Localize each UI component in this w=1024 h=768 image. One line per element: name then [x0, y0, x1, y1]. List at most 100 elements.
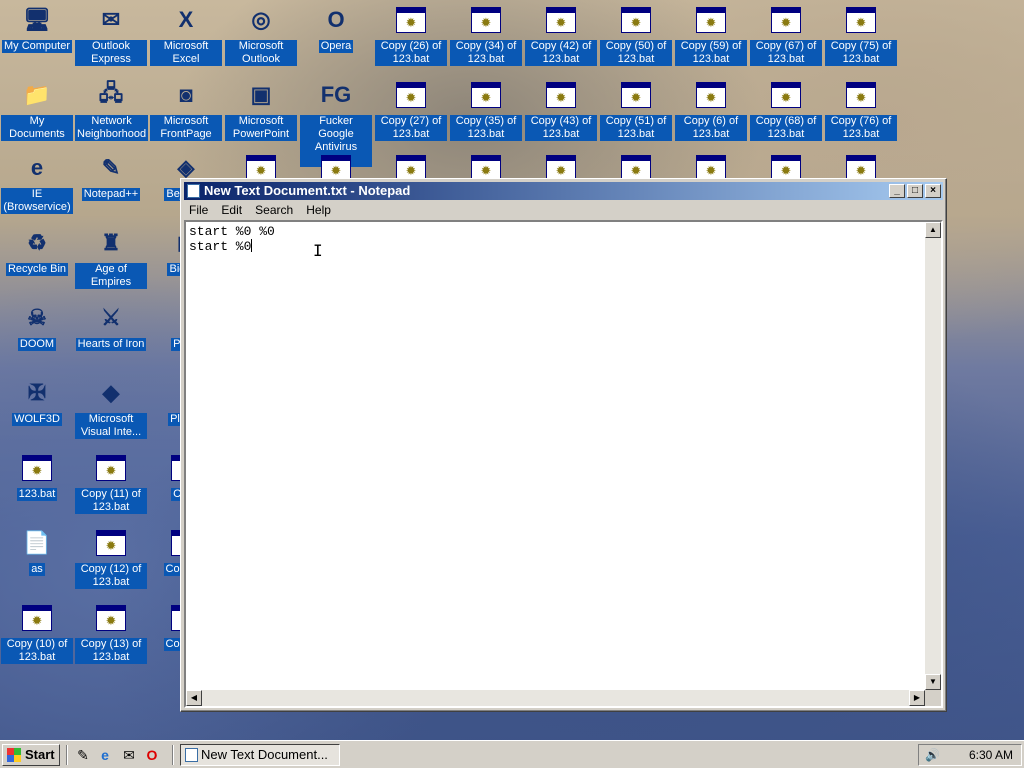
desktop-icon-label: Copy (59) of 123.bat: [675, 40, 747, 66]
system-tray: 🔊 6:30 AM: [918, 744, 1022, 766]
taskbar-separator: [66, 745, 68, 765]
desktop-icon[interactable]: ◆ Microsoft Visual Inte...: [75, 377, 147, 439]
desktop-icon-label: Microsoft Excel: [150, 40, 222, 66]
desktop-icon[interactable]: Copy (43) of 123.bat: [525, 79, 597, 141]
desktop-icon[interactable]: Copy (34) of 123.bat: [450, 4, 522, 66]
desktop-icon-label: Copy (10) of 123.bat: [1, 638, 73, 664]
desktop-icon[interactable]: Copy (13) of 123.bat: [75, 602, 147, 664]
menu-search[interactable]: Search: [250, 201, 298, 217]
application-icon: 📄: [23, 530, 51, 555]
opera-icon[interactable]: O: [143, 746, 161, 764]
desktop-icon[interactable]: ◎ Microsoft Outlook: [225, 4, 297, 66]
desktop-icon-label: Copy (13) of 123.bat: [75, 638, 147, 664]
desktop-icon[interactable]: 📄 as: [1, 527, 73, 576]
resize-grip[interactable]: [925, 690, 941, 706]
desktop-icon[interactable]: Copy (42) of 123.bat: [525, 4, 597, 66]
menu-edit[interactable]: Edit: [216, 201, 247, 217]
desktop-icon[interactable]: Copy (59) of 123.bat: [675, 4, 747, 66]
desktop-icon[interactable]: ☠ DOOM: [1, 302, 73, 351]
desktop-icon-label: Microsoft Visual Inte...: [75, 413, 147, 439]
application-icon: ✉: [101, 7, 121, 32]
menu-help[interactable]: Help: [301, 201, 336, 217]
maximize-button[interactable]: □: [907, 184, 923, 198]
taskbar: Start ✎ e ✉ O New Text Document... 🔊 6:3…: [0, 740, 1024, 768]
desktop-icon[interactable]: Copy (75) of 123.bat: [825, 4, 897, 66]
desktop-icon[interactable]: Copy (67) of 123.bat: [750, 4, 822, 66]
vertical-scrollbar[interactable]: ▲ ▼: [925, 222, 941, 690]
internet-explorer-icon[interactable]: e: [96, 746, 114, 764]
application-icon: ♻: [27, 230, 47, 255]
minimize-button[interactable]: _: [889, 184, 905, 198]
desktop-icon[interactable]: Copy (11) of 123.bat: [75, 452, 147, 514]
desktop-icon[interactable]: ♻ Recycle Bin: [1, 227, 73, 276]
batch-file-icon: [95, 452, 127, 484]
desktop-icon-label: WOLF3D: [12, 413, 62, 426]
desktop-icon[interactable]: O Opera: [300, 4, 372, 53]
desktop-icon[interactable]: 123.bat: [1, 452, 73, 501]
desktop-icon[interactable]: ◙ Microsoft FrontPage: [150, 79, 222, 141]
notepad-icon: [185, 748, 198, 762]
text-editor[interactable]: start %0 %0 start %0 ▲ ▼ ◀ ▶: [184, 220, 943, 708]
notepad-title-bar[interactable]: New Text Document.txt - Notepad _ □ ×: [184, 182, 943, 200]
desktop-icon[interactable]: Copy (10) of 123.bat: [1, 602, 73, 664]
desktop-icon[interactable]: 🖧 Network Neighborhood: [75, 79, 149, 141]
desktop-icon-label: Copy (75) of 123.bat: [825, 40, 897, 66]
batch-file-icon: [395, 79, 427, 111]
desktop-icon-label: My Computer: [1, 40, 73, 53]
batch-file-icon: [21, 602, 53, 634]
application-icon: 🖧: [98, 80, 124, 105]
application-icon: FG: [320, 82, 352, 107]
desktop-icon-label: Hearts of Iron: [75, 338, 147, 351]
show-desktop-icon[interactable]: ✎: [74, 746, 92, 764]
desktop-icon[interactable]: Copy (6) of 123.bat: [675, 79, 747, 141]
desktop-icon[interactable]: Copy (35) of 123.bat: [450, 79, 522, 141]
desktop-icon-label: Copy (27) of 123.bat: [375, 115, 447, 141]
outlook-express-icon[interactable]: ✉: [120, 746, 138, 764]
scroll-down-button[interactable]: ▼: [925, 674, 941, 690]
application-icon: 🖥: [23, 7, 51, 32]
desktop-icon[interactable]: 🖥 My Computer: [1, 4, 73, 53]
desktop-icon[interactable]: X Microsoft Excel: [150, 4, 222, 66]
start-label: Start: [25, 747, 55, 762]
close-button[interactable]: ×: [925, 184, 941, 198]
editor-text[interactable]: start %0 %0 start %0: [189, 224, 275, 254]
desktop-icon[interactable]: Copy (50) of 123.bat: [600, 4, 672, 66]
clock[interactable]: 6:30 AM: [969, 748, 1013, 762]
scroll-left-button[interactable]: ◀: [186, 690, 202, 706]
horizontal-scrollbar[interactable]: ◀ ▶: [186, 690, 925, 706]
desktop-icon[interactable]: Copy (26) of 123.bat: [375, 4, 447, 66]
desktop-icon[interactable]: e IE (Browservice): [1, 152, 73, 214]
scroll-up-button[interactable]: ▲: [925, 222, 941, 238]
desktop-icon[interactable]: Copy (76) of 123.bat: [825, 79, 897, 141]
desktop-icon[interactable]: Copy (68) of 123.bat: [750, 79, 822, 141]
desktop-icon[interactable]: ▣ Microsoft PowerPoint: [225, 79, 297, 141]
batch-file-icon: [695, 79, 727, 111]
desktop-icon[interactable]: ⚔ Hearts of Iron: [75, 302, 147, 351]
menu-file[interactable]: File: [184, 201, 213, 217]
notepad-window[interactable]: New Text Document.txt - Notepad _ □ × Fi…: [180, 178, 947, 712]
desktop-icon[interactable]: ♜ Age of Empires: [75, 227, 147, 289]
desktop-icon-label: Outlook Express: [75, 40, 147, 66]
volume-icon[interactable]: 🔊: [925, 747, 941, 763]
application-icon: ⚔: [101, 305, 121, 330]
application-icon: ▣: [250, 82, 272, 107]
desktop-icon-label: Copy (51) of 123.bat: [600, 115, 672, 141]
batch-file-icon: [845, 79, 877, 111]
desktop-icon[interactable]: Copy (51) of 123.bat: [600, 79, 672, 141]
notepad-icon[interactable]: [187, 184, 200, 198]
desktop-icon-label: Copy (35) of 123.bat: [450, 115, 522, 141]
taskbar-notepad-button[interactable]: New Text Document...: [180, 744, 340, 766]
desktop-icon[interactable]: ✉ Outlook Express: [75, 4, 147, 66]
batch-file-icon: [545, 4, 577, 36]
desktop-icon[interactable]: Copy (12) of 123.bat: [75, 527, 147, 589]
desktop-icon[interactable]: ✎ Notepad++: [75, 152, 147, 201]
desktop-icon[interactable]: ✠ WOLF3D: [1, 377, 73, 426]
batch-file-icon: [395, 4, 427, 36]
batch-file-icon: [620, 79, 652, 111]
scroll-right-button[interactable]: ▶: [909, 690, 925, 706]
desktop-icon[interactable]: Copy (27) of 123.bat: [375, 79, 447, 141]
start-button[interactable]: Start: [2, 744, 60, 766]
desktop-icon-label: Microsoft PowerPoint: [225, 115, 297, 141]
desktop-icon-label: DOOM: [17, 338, 57, 351]
desktop-icon[interactable]: 📁 My Documents: [1, 79, 73, 141]
